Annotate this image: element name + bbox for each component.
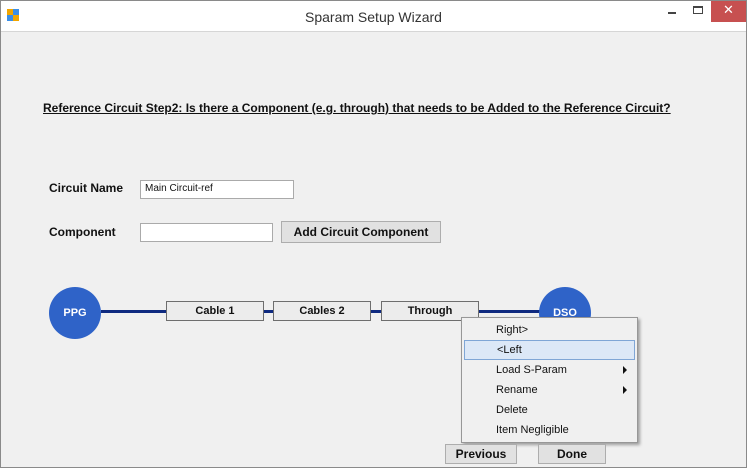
component-cable-1[interactable]: Cable 1 [166, 301, 264, 321]
submenu-arrow-icon [623, 366, 627, 374]
submenu-arrow-icon [623, 386, 627, 394]
previous-button[interactable]: Previous [445, 444, 517, 464]
ppg-node[interactable]: PPG [49, 287, 101, 339]
add-circuit-component-button[interactable]: Add Circuit Component [281, 221, 441, 243]
close-icon: ✕ [723, 3, 734, 18]
menu-item-item-negligible[interactable]: Item Negligible [464, 420, 635, 440]
circuit-name-input[interactable]: Main Circuit-ref [140, 180, 294, 199]
menu-item-label: Delete [496, 404, 528, 416]
menu-item-label: Item Negligible [496, 424, 569, 436]
done-button[interactable]: Done [538, 444, 606, 464]
menu-item-label: Load S-Param [496, 364, 567, 376]
menu-item-label: Right> [496, 324, 529, 336]
circuit-name-label: Circuit Name [49, 181, 124, 195]
menu-item-label: <Left [497, 344, 522, 356]
maximize-icon [693, 6, 703, 14]
menu-item-load-sparam[interactable]: Load S-Param [464, 360, 635, 380]
close-button[interactable]: ✕ [711, 1, 746, 22]
minimize-button[interactable] [659, 1, 685, 22]
menu-item-label: Rename [496, 384, 538, 396]
step-heading: Reference Circuit Step2: Is there a Comp… [43, 101, 671, 115]
wire-segment [478, 310, 544, 313]
menu-item-delete[interactable]: Delete [464, 400, 635, 420]
minimize-icon [668, 12, 676, 14]
window-title: Sparam Setup Wizard [305, 9, 442, 25]
menu-item-rename[interactable]: Rename [464, 380, 635, 400]
menu-item-right[interactable]: Right> [464, 320, 635, 340]
menu-item-left[interactable]: <Left [464, 340, 635, 360]
title-bar: Sparam Setup Wizard ✕ [1, 1, 746, 32]
component-input[interactable] [140, 223, 273, 242]
component-label: Component [49, 225, 116, 239]
context-menu: Right> <Left Load S-Param Rename Delete … [461, 317, 638, 443]
component-cables-2[interactable]: Cables 2 [273, 301, 371, 321]
maximize-button[interactable] [685, 1, 711, 22]
wizard-window: Sparam Setup Wizard ✕ Reference Circuit … [0, 0, 747, 468]
wire-segment [101, 310, 167, 313]
